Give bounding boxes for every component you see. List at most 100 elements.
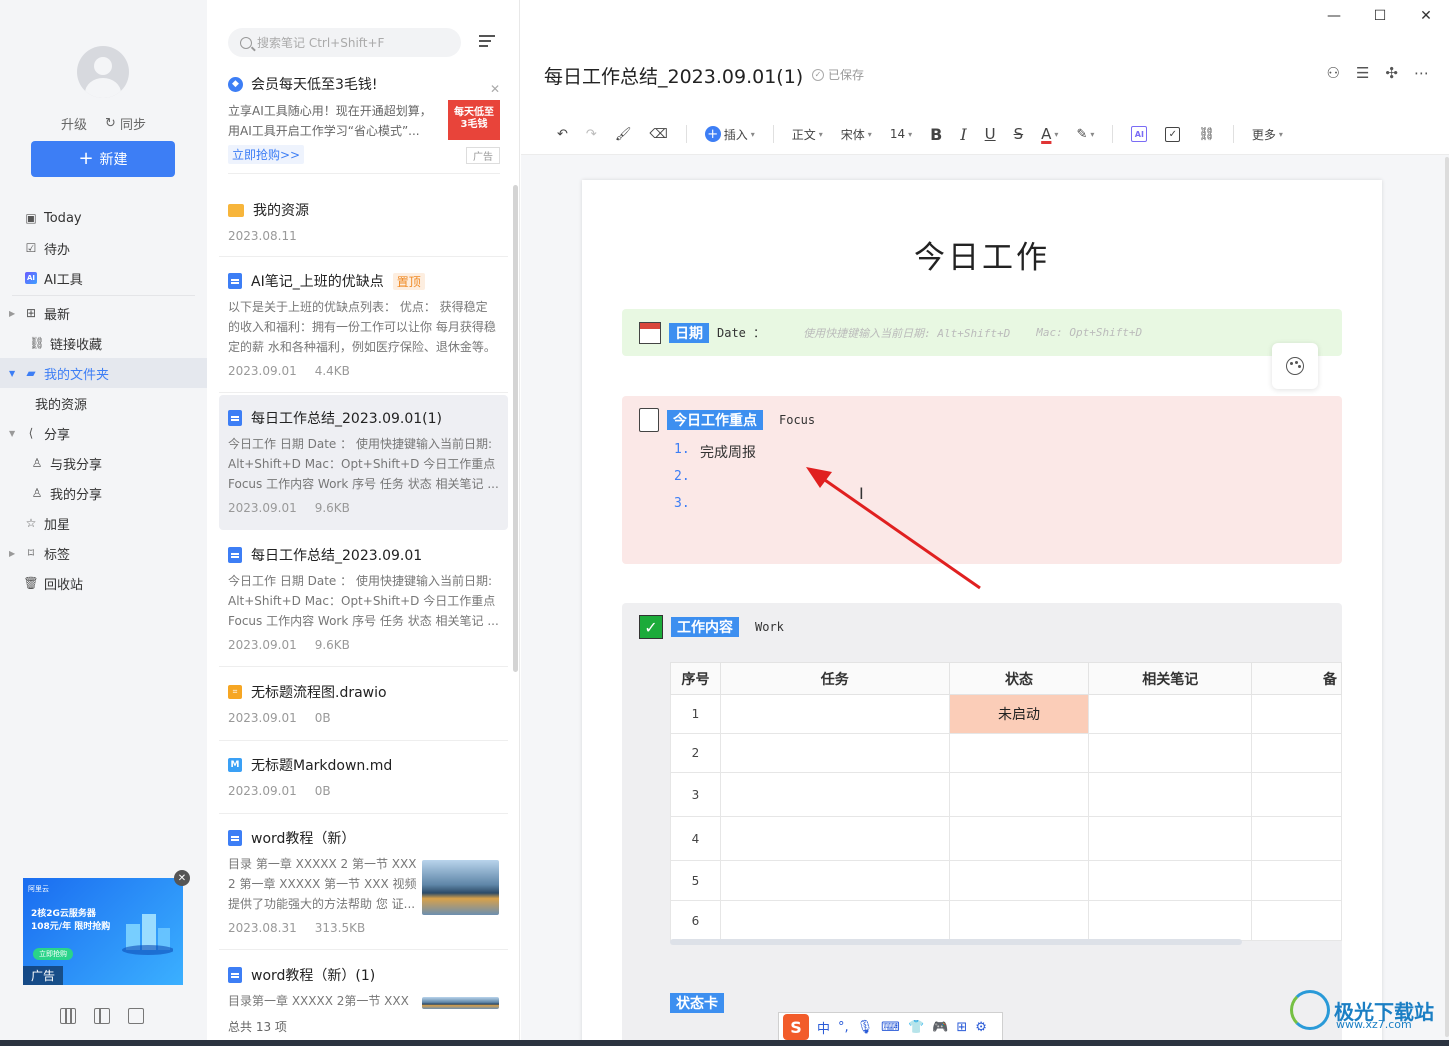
table-row[interactable]: 4 [670, 816, 1342, 861]
ime-mode[interactable]: 中 [817, 1018, 830, 1037]
sidebar-ad[interactable]: 阿里云 2核2G云服务器 108元/年 限时抢购 立即抢购 广告 [23, 878, 183, 985]
focus-block[interactable]: 今日工作重点 Focus 1. 完成周报 2. 3. [622, 396, 1342, 564]
table-header[interactable]: 状态 [948, 662, 1090, 695]
document-page[interactable]: 今日工作 日期 Date ： 使用快捷键输入当前日期: Alt+Shift+D … [582, 180, 1382, 1046]
more-button[interactable]: 更多 ▾ [1252, 126, 1283, 143]
sidebar-item-shared-with-me[interactable]: ♙ 与我分享 [0, 448, 207, 478]
ime-toolbar[interactable]: S 中 °, 🎙 ⌨ 👕 🎮 ⊞ ⚙ [778, 1012, 1003, 1042]
list-item[interactable]: word教程（新）(1) 目录第一章 XXXXX 2第一节 XXX [219, 952, 508, 1012]
date-block[interactable]: 日期 Date ： 使用快捷键输入当前日期: Alt+Shift+D Mac: … [622, 309, 1342, 356]
italic-icon[interactable]: I [960, 125, 966, 144]
font-color-button[interactable]: A ▾ [1041, 125, 1058, 143]
single-column-view-icon[interactable] [128, 1008, 144, 1024]
more-options-icon[interactable]: ⋯ [1414, 64, 1429, 82]
share-user-icon[interactable]: ⚇ [1327, 64, 1340, 82]
work-block[interactable]: ✓ 工作内容 Work 序号 任务 状态 相关笔记 备 1 未启动 2 3 4 … [622, 603, 1342, 1046]
avatar[interactable] [77, 46, 129, 98]
todo-button[interactable]: ✓ [1165, 126, 1181, 142]
table-row[interactable]: 1 未启动 [670, 694, 1342, 734]
game-icon[interactable]: 🎮 [932, 1020, 948, 1035]
font-family-select[interactable]: 宋体 ▾ [841, 126, 872, 143]
ai-write-button[interactable]: AI [1131, 126, 1148, 142]
caret-right-icon[interactable]: ▶ [9, 309, 15, 318]
table-header[interactable]: 序号 [670, 662, 721, 695]
skin-icon[interactable]: 👕 [908, 1020, 924, 1035]
redo-icon[interactable]: ↷ [586, 127, 597, 142]
undo-icon[interactable]: ↶ [557, 127, 568, 142]
sidebar-item-my-resources[interactable]: 我的资源 [0, 388, 207, 418]
list-item[interactable]: 3. [674, 496, 756, 523]
sidebar-item-ai-tools[interactable]: AI AI工具 [0, 263, 207, 293]
sidebar-item-my-folder[interactable]: ▼ ▰ 我的文件夹 [0, 358, 207, 388]
list-item[interactable]: 我的资源 2023.08.11 [219, 187, 508, 257]
editor-scrollbar[interactable] [1445, 157, 1449, 1037]
underline-icon[interactable]: U [985, 125, 996, 143]
list-item[interactable]: 每日工作总结_2023.09.01 今日工作 日期 Date ： 使用快捷键输入… [219, 532, 508, 667]
sidebar-item-starred[interactable]: ☆ 加星 [0, 508, 207, 538]
close-icon[interactable]: ✕ [1403, 8, 1449, 24]
list-item[interactable]: AI笔记_上班的优缺点 置顶 以下是关于上班的优缺点列表： 优点： 获得稳定的收入… [219, 258, 508, 393]
sidebar-item-tags[interactable]: ▶ ⌑ 标签 [0, 538, 207, 568]
settings-icon[interactable]: ⚙ [975, 1020, 987, 1035]
ad-close-icon[interactable]: ✕ [174, 870, 190, 886]
caret-down-icon[interactable]: ▼ [9, 369, 15, 378]
new-note-button[interactable]: + 新建 [31, 141, 175, 177]
upgrade-link[interactable]: 升级 [61, 114, 87, 133]
focus-list[interactable]: 1. 完成周报 2. 3. [674, 442, 756, 523]
punctuation-icon[interactable]: °, [838, 1020, 849, 1035]
three-column-view-icon[interactable] [60, 1008, 76, 1024]
bold-icon[interactable]: B [930, 125, 942, 144]
insert-button[interactable]: + 插入 ▾ [704, 126, 755, 143]
format-painter-icon[interactable]: 🖌 [615, 127, 632, 142]
apps-grid-icon[interactable]: ⊞ [956, 1020, 967, 1035]
microphone-icon[interactable]: 🎙 [857, 1020, 874, 1035]
page-heading[interactable]: 今日工作 [582, 232, 1382, 277]
list-item[interactable]: 2. [674, 469, 756, 496]
palette-icon[interactable] [1272, 343, 1318, 389]
sidebar-item-share[interactable]: ▼ ⟨ 分享 [0, 418, 207, 448]
strikethrough-icon[interactable]: S [1014, 125, 1024, 143]
sidebar-item-link-collection[interactable]: ⛓ 链接收藏 [0, 328, 207, 358]
sort-icon[interactable] [479, 35, 495, 49]
eraser-icon[interactable]: ⌫ [649, 127, 667, 142]
find-replace-icon[interactable]: ☰ [1356, 64, 1369, 82]
list-item[interactable]: ⌗ 无标题流程图.drawio 2023.09.01 0B [219, 669, 508, 741]
list-item[interactable]: M 无标题Markdown.md 2023.09.01 0B [219, 742, 508, 814]
table-row[interactable]: 3 [670, 772, 1342, 817]
list-item[interactable]: 1. 完成周报 [674, 442, 756, 469]
table-row[interactable]: 2 [670, 733, 1342, 773]
table-row[interactable]: 6 [670, 900, 1342, 941]
table-header[interactable]: 相关笔记 [1088, 662, 1253, 695]
list-scrollbar[interactable] [513, 185, 518, 672]
sidebar-item-todo[interactable]: ☑ 待办 [0, 233, 207, 263]
two-column-view-icon[interactable] [94, 1008, 110, 1024]
document-title[interactable]: 每日工作总结_2023.09.01(1) [544, 62, 803, 89]
keyboard-icon[interactable]: ⌨ [881, 1020, 900, 1035]
table-scrollbar[interactable] [670, 939, 1242, 945]
search-input[interactable]: 搜索笔记 Ctrl+Shift+F [228, 28, 461, 57]
promo-link[interactable]: 立即抢购>> [228, 145, 305, 164]
sidebar-item-today[interactable]: ▣ Today [0, 203, 207, 233]
list-item[interactable]: word教程（新） 目录 第一章 XXXXX 2 第一节 XXX 2 第一章 X… [219, 815, 508, 950]
sidebar-item-trash[interactable]: 🗑 回收站 [0, 568, 207, 598]
table-row[interactable]: 5 [670, 860, 1342, 901]
sidebar-item-my-shares[interactable]: ♙ 我的分享 [0, 478, 207, 508]
sync-button[interactable]: ↻ 同步 [105, 114, 146, 133]
maximize-icon[interactable]: ☐ [1357, 8, 1403, 24]
caret-down-icon[interactable]: ▼ [9, 429, 15, 438]
ad-button[interactable]: 立即抢购 [33, 948, 73, 960]
mindmap-icon[interactable]: ✣ [1385, 64, 1398, 82]
font-size-select[interactable]: 14 ▾ [890, 127, 912, 141]
close-icon[interactable]: ✕ [490, 82, 500, 96]
list-item-selected[interactable]: 每日工作总结_2023.09.01(1) 今日工作 日期 Date ： 使用快捷… [219, 395, 508, 530]
work-table[interactable]: 序号 任务 状态 相关笔记 备 1 未启动 2 3 4 5 6 [670, 662, 1342, 941]
sidebar-item-recent[interactable]: ▶ ⊞ 最新 [0, 298, 207, 328]
highlight-button[interactable]: ✎ ▾ [1076, 127, 1094, 142]
table-header[interactable]: 任务 [719, 662, 950, 695]
table-header[interactable]: 备 [1251, 662, 1342, 695]
paragraph-style-select[interactable]: 正文 ▾ [792, 126, 823, 143]
minimize-icon[interactable]: — [1311, 8, 1357, 24]
link-icon[interactable]: ⛓ [1198, 127, 1215, 142]
promo-card[interactable]: ◆ 会员每天低至3毛钱! ✕ 立享AI工具随心用！现在开通超划算，用AI工具开启工… [228, 74, 500, 174]
caret-right-icon[interactable]: ▶ [9, 549, 15, 558]
